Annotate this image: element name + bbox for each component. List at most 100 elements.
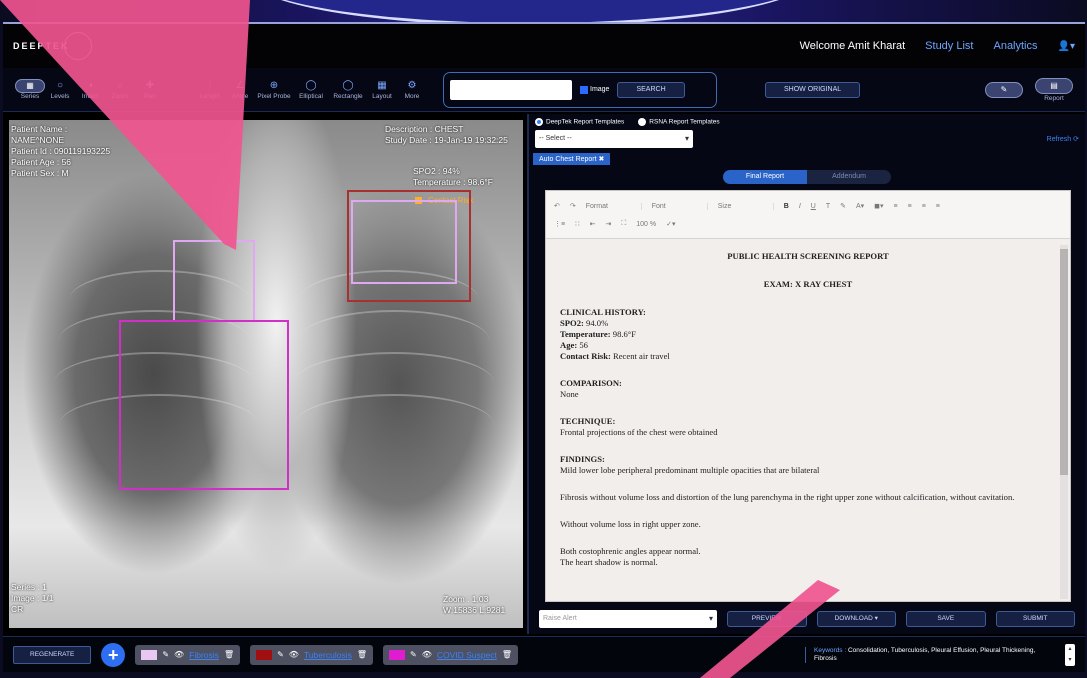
report-button[interactable]: ▤ Report bbox=[1035, 77, 1073, 102]
trash-icon[interactable]: 🗑 bbox=[502, 650, 512, 659]
align-left-icon[interactable]: ≡ bbox=[894, 203, 898, 210]
brush-icon[interactable]: ✎ bbox=[840, 202, 846, 210]
finding-chip-tuberculosis[interactable]: ✎ 👁 Tuberculosis 🗑 bbox=[250, 644, 373, 665]
trash-icon[interactable]: 🗑 bbox=[357, 650, 367, 659]
tab-final-report[interactable]: Final Report bbox=[723, 170, 807, 184]
series-button[interactable]: ▦ Series bbox=[15, 79, 45, 100]
heart-text: The heart shadow is normal. bbox=[560, 557, 658, 567]
outdent-icon[interactable]: ⇤ bbox=[590, 220, 596, 228]
align-right-icon[interactable]: ≡ bbox=[922, 203, 926, 210]
covid-suspect-box[interactable] bbox=[119, 320, 289, 490]
zoom-button[interactable]: ⌕ Zoom bbox=[105, 80, 135, 100]
finding-label[interactable]: Fibrosis bbox=[189, 650, 219, 660]
comparison-heading: COMPARISON: bbox=[560, 378, 622, 388]
scrollbar-thumb[interactable] bbox=[1060, 249, 1068, 475]
raise-alert-select[interactable]: Raise Alert bbox=[539, 610, 717, 628]
finding-label[interactable]: Tuberculosis bbox=[304, 650, 352, 660]
search-button[interactable]: SEARCH bbox=[617, 81, 685, 98]
template-select[interactable]: -- Select -- bbox=[535, 130, 693, 148]
patient-name: NAME^NONE bbox=[11, 135, 65, 145]
editor-scrollbar[interactable] bbox=[1060, 245, 1068, 599]
keywords-toggle-button[interactable]: ▴ ▾ bbox=[1065, 643, 1075, 666]
viewer-toolbar: ▦ Series ○ Levels ◑ Invert ⌕ Zoom ✚ Pan ⫶ Len… bbox=[3, 68, 1085, 112]
patient-sex: Patient Sex : M bbox=[11, 168, 69, 178]
submit-button[interactable]: SUBMIT bbox=[995, 611, 1075, 627]
color-swatch[interactable] bbox=[256, 649, 273, 660]
invert-button[interactable]: ◑ Invert bbox=[75, 80, 105, 100]
add-finding-button[interactable]: + bbox=[101, 642, 126, 667]
underline-icon[interactable]: U bbox=[811, 203, 816, 210]
undo-icon[interactable]: ↶ bbox=[554, 202, 560, 210]
indent-icon[interactable]: ⇥ bbox=[605, 220, 611, 228]
more-button[interactable]: ⚙ More bbox=[397, 80, 427, 100]
edit-icon[interactable]: ✎ bbox=[277, 650, 284, 659]
close-icon[interactable]: ✖ bbox=[599, 156, 605, 163]
refresh-link[interactable]: Refresh ⟳ bbox=[1047, 135, 1079, 143]
auto-chest-report-tag[interactable]: Auto Chest Report ✖ bbox=[533, 153, 611, 165]
findings-bar: REGENERATE + ✎ 👁 Fibrosis 🗑 ✎ 👁 Tubercul… bbox=[3, 636, 1085, 672]
length-button[interactable]: ⫶ Length bbox=[195, 80, 225, 100]
age-key: Age: bbox=[560, 340, 578, 350]
finding-chip-fibrosis[interactable]: ✎ 👁 Fibrosis 🗑 bbox=[135, 644, 241, 665]
wrench-icon[interactable]: ✎ bbox=[985, 81, 1023, 98]
align-center-icon[interactable]: ≡ bbox=[908, 203, 912, 210]
eye-icon[interactable]: 👁 bbox=[289, 650, 299, 659]
finding-chip-covid[interactable]: ✎ 👁 COVID Suspect 🗑 bbox=[382, 644, 518, 665]
trash-icon[interactable]: 🗑 bbox=[224, 650, 234, 659]
hidden-tool-button[interactable] bbox=[165, 83, 195, 96]
image-checkbox[interactable]: Image bbox=[580, 85, 609, 94]
eye-icon[interactable]: 👁 bbox=[174, 650, 184, 659]
clear-format-icon[interactable]: T bbox=[826, 203, 830, 210]
format-dropdown[interactable]: Format bbox=[586, 202, 642, 210]
size-dropdown[interactable]: Size bbox=[718, 202, 774, 210]
rsna-template-radio[interactable]: RSNA Report Templates bbox=[638, 118, 720, 126]
color-swatch[interactable] bbox=[141, 649, 158, 660]
redo-icon[interactable]: ↷ bbox=[570, 202, 576, 210]
search-input[interactable] bbox=[450, 79, 572, 100]
download-button[interactable]: DOWNLOAD ▾ bbox=[816, 611, 896, 627]
finding-label[interactable]: COVID Suspect bbox=[437, 650, 497, 660]
save-button[interactable]: SAVE bbox=[906, 611, 986, 627]
patient-name-label: Patient Name : bbox=[11, 124, 68, 134]
deeptek-template-radio[interactable]: DeepTek Report Templates bbox=[535, 118, 624, 126]
justify-icon[interactable]: ≡ bbox=[936, 203, 940, 210]
eye-icon[interactable]: 👁 bbox=[422, 650, 432, 659]
font-dropdown[interactable]: Font bbox=[652, 202, 708, 210]
regenerate-button[interactable]: REGENERATE bbox=[13, 645, 92, 664]
italic-icon[interactable]: I bbox=[799, 203, 801, 210]
spellcheck-icon[interactable]: ✓▾ bbox=[666, 220, 675, 228]
fibrosis-box-2[interactable] bbox=[351, 200, 457, 284]
image-viewer[interactable]: Patient Name : NAME^NONE Patient Id : 09… bbox=[3, 114, 529, 634]
temperature: Temperature : 98.6°F bbox=[413, 177, 493, 187]
template-radios: DeepTek Report Templates RSNA Report Tem… bbox=[529, 114, 1085, 130]
bullet-list-icon[interactable]: ∷ bbox=[575, 220, 579, 228]
show-original-button[interactable]: SHOW ORIGINAL bbox=[765, 81, 861, 98]
edit-icon[interactable]: ✎ bbox=[162, 650, 169, 659]
fibrosis-text: Fibrosis without volume loss and distort… bbox=[560, 492, 1015, 502]
bold-icon[interactable]: B bbox=[784, 203, 789, 210]
font-color-icon[interactable]: A▾ bbox=[856, 202, 864, 210]
levels-button[interactable]: ○ Levels bbox=[45, 80, 75, 100]
angle-button[interactable]: ∠ Angle bbox=[225, 80, 255, 100]
report-document[interactable]: PUBLIC HEALTH SCREENING REPORT EXAM: X R… bbox=[546, 239, 1070, 601]
series-count: Series : 1 bbox=[11, 582, 47, 592]
layout-button[interactable]: ▦ Layout bbox=[367, 80, 397, 100]
pan-button[interactable]: ✚ Pan bbox=[135, 80, 165, 100]
preview-button[interactable]: PREVIEW bbox=[727, 611, 807, 627]
edit-icon[interactable]: ✎ bbox=[410, 650, 417, 659]
zoom-dropdown[interactable]: 100 % bbox=[636, 221, 656, 228]
rectangle-button[interactable]: ◯ Rectangle bbox=[329, 80, 367, 100]
pixel-probe-button[interactable]: ⊕ Pixel Probe bbox=[255, 80, 293, 100]
report-icon: ▤ bbox=[1035, 77, 1073, 94]
study-list-link[interactable]: Study List bbox=[925, 40, 973, 52]
color-swatch[interactable] bbox=[388, 649, 405, 660]
user-icon[interactable]: 👤▾ bbox=[1058, 41, 1075, 52]
tab-addendum[interactable]: Addendum bbox=[807, 170, 891, 184]
analytics-link[interactable]: Analytics bbox=[993, 40, 1037, 52]
elliptical-button[interactable]: ◯ Elliptical bbox=[293, 80, 329, 100]
report-editor[interactable]: ↶ ↷ Format Font Size B I U T ✎ A▾ ◼▾ ≡ ≡… bbox=[545, 190, 1071, 602]
fullscreen-icon[interactable]: ⛶ bbox=[621, 220, 626, 228]
bg-color-icon[interactable]: ◼▾ bbox=[874, 202, 883, 210]
fibrosis-box[interactable] bbox=[173, 240, 255, 322]
numbered-list-icon[interactable]: ⋮≡ bbox=[554, 220, 565, 228]
